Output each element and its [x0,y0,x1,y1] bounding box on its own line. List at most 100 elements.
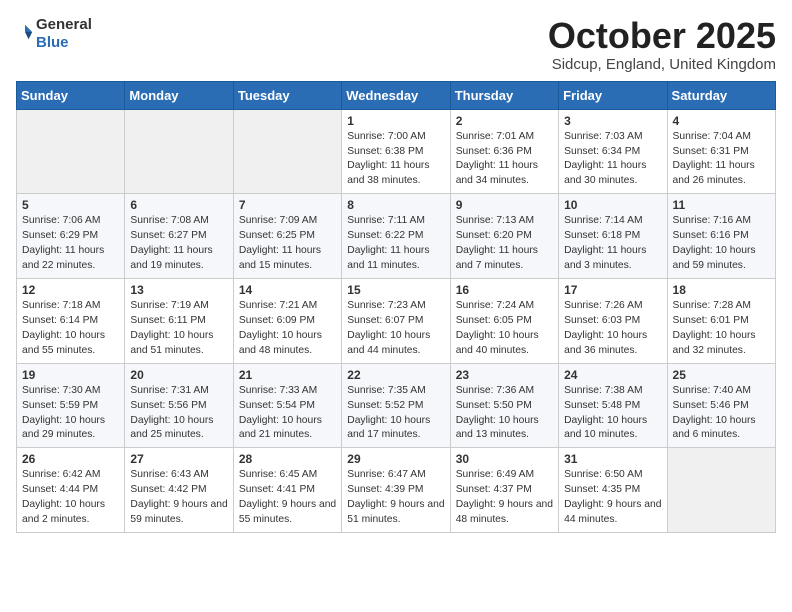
title-block: October 2025 Sidcup, England, United Kin… [548,16,776,73]
calendar-cell: 22 Sunrise: 7:35 AM Sunset: 5:52 PM Dayli… [342,363,450,448]
cell-content: Sunrise: 7:23 AM Sunset: 6:07 PM Dayligh… [347,299,444,359]
day-number: 26 [22,452,119,466]
cell-content: Sunrise: 7:14 AM Sunset: 6:18 PM Dayligh… [564,214,661,274]
calendar-cell [17,109,125,194]
cell-content: Sunrise: 7:06 AM Sunset: 6:29 PM Dayligh… [22,214,119,274]
calendar-week-row: 12 Sunrise: 7:18 AM Sunset: 6:14 PM Dayli… [17,278,776,363]
day-number: 13 [130,283,227,297]
day-number: 15 [347,283,444,297]
cell-content: Sunrise: 7:18 AM Sunset: 6:14 PM Dayligh… [22,299,119,359]
day-number: 10 [564,198,661,212]
calendar-cell: 24 Sunrise: 7:38 AM Sunset: 5:48 PM Dayli… [559,363,667,448]
calendar-cell: 28 Sunrise: 6:45 AM Sunset: 4:41 PM Dayli… [233,448,341,533]
cell-content: Sunrise: 7:40 AM Sunset: 5:46 PM Dayligh… [673,384,770,444]
weekday-header-row: SundayMondayTuesdayWednesdayThursdayFrid… [17,81,776,109]
weekday-header: Saturday [667,81,775,109]
weekday-header: Friday [559,81,667,109]
calendar-cell: 13Sunrise: 7:19 AM Sunset: 6:11 PM Dayli… [125,278,233,363]
cell-content: Sunrise: 7:11 AM Sunset: 6:22 PM Dayligh… [347,214,444,274]
calendar-cell: 1 Sunrise: 7:00 AM Sunset: 6:38 PM Daylig… [342,109,450,194]
cell-content: Sunrise: 7:08 AM Sunset: 6:27 PM Dayligh… [130,214,227,274]
weekday-header: Wednesday [342,81,450,109]
calendar-cell: 4 Sunrise: 7:04 AM Sunset: 6:31 PM Daylig… [667,109,775,194]
day-number: 14 [239,283,336,297]
day-number: 8 [347,198,444,212]
calendar-cell [233,109,341,194]
cell-content: Sunrise: 7:04 AM Sunset: 6:31 PM Dayligh… [673,130,770,190]
cell-content: Sunrise: 6:49 AM Sunset: 4:37 PM Dayligh… [456,468,553,528]
day-number: 2 [456,114,553,128]
location: Sidcup, England, United Kingdom [548,56,776,73]
day-number: 12 [22,283,119,297]
day-number: 28 [239,452,336,466]
calendar-cell: 7 Sunrise: 7:09 AM Sunset: 6:25 PM Daylig… [233,194,341,279]
calendar-cell: 29Sunrise: 6:47 AM Sunset: 4:39 PM Dayli… [342,448,450,533]
calendar-cell: 12 Sunrise: 7:18 AM Sunset: 6:14 PM Dayli… [17,278,125,363]
cell-content: Sunrise: 7:03 AM Sunset: 6:34 PM Dayligh… [564,130,661,190]
calendar-cell: 2 Sunrise: 7:01 AM Sunset: 6:36 PM Daylig… [450,109,558,194]
day-number: 23 [456,368,553,382]
calendar-cell: 20Sunrise: 7:31 AM Sunset: 5:56 PM Dayli… [125,363,233,448]
cell-content: Sunrise: 7:30 AM Sunset: 5:59 PM Dayligh… [22,384,119,444]
day-number: 4 [673,114,770,128]
calendar-cell: 9Sunrise: 7:13 AM Sunset: 6:20 PM Daylig… [450,194,558,279]
calendar-cell: 11 Sunrise: 7:16 AM Sunset: 6:16 PM Dayli… [667,194,775,279]
cell-content: Sunrise: 7:33 AM Sunset: 5:54 PM Dayligh… [239,384,336,444]
day-number: 30 [456,452,553,466]
logo-general: General [36,16,92,33]
calendar-week-row: 26 Sunrise: 6:42 AM Sunset: 4:44 PM Dayli… [17,448,776,533]
cell-content: Sunrise: 7:26 AM Sunset: 6:03 PM Dayligh… [564,299,661,359]
day-number: 6 [130,198,227,212]
calendar-cell: 6 Sunrise: 7:08 AM Sunset: 6:27 PM Daylig… [125,194,233,279]
day-number: 24 [564,368,661,382]
logo-icon [16,23,34,41]
cell-content: Sunrise: 6:43 AM Sunset: 4:42 PM Dayligh… [130,468,227,528]
calendar-table: SundayMondayTuesdayWednesdayThursdayFrid… [16,81,776,533]
calendar-cell: 5 Sunrise: 7:06 AM Sunset: 6:29 PM Daylig… [17,194,125,279]
weekday-header: Monday [125,81,233,109]
day-number: 25 [673,368,770,382]
logo: General Blue [16,16,92,52]
weekday-header: Thursday [450,81,558,109]
calendar-cell: 16 Sunrise: 7:24 AM Sunset: 6:05 PM Dayli… [450,278,558,363]
calendar-cell: 18 Sunrise: 7:28 AM Sunset: 6:01 PM Dayli… [667,278,775,363]
calendar-cell: 30 Sunrise: 6:49 AM Sunset: 4:37 PM Dayli… [450,448,558,533]
calendar-cell: 31Sunrise: 6:50 AM Sunset: 4:35 PM Dayli… [559,448,667,533]
day-number: 18 [673,283,770,297]
day-number: 22 [347,368,444,382]
cell-content: Sunrise: 7:38 AM Sunset: 5:48 PM Dayligh… [564,384,661,444]
page-header: General Blue October 2025 Sidcup, Englan… [16,16,776,73]
cell-content: Sunrise: 7:16 AM Sunset: 6:16 PM Dayligh… [673,214,770,274]
calendar-cell: 14 Sunrise: 7:21 AM Sunset: 6:09 PM Dayli… [233,278,341,363]
calendar-cell [125,109,233,194]
cell-content: Sunrise: 7:09 AM Sunset: 6:25 PM Dayligh… [239,214,336,274]
day-number: 21 [239,368,336,382]
cell-content: Sunrise: 7:31 AM Sunset: 5:56 PM Dayligh… [130,384,227,444]
day-number: 19 [22,368,119,382]
cell-content: Sunrise: 7:28 AM Sunset: 6:01 PM Dayligh… [673,299,770,359]
day-number: 7 [239,198,336,212]
calendar-week-row: 1 Sunrise: 7:00 AM Sunset: 6:38 PM Daylig… [17,109,776,194]
day-number: 5 [22,198,119,212]
day-number: 1 [347,114,444,128]
cell-content: Sunrise: 7:01 AM Sunset: 6:36 PM Dayligh… [456,130,553,190]
cell-content: Sunrise: 7:21 AM Sunset: 6:09 PM Dayligh… [239,299,336,359]
day-number: 11 [673,198,770,212]
day-number: 17 [564,283,661,297]
weekday-header: Tuesday [233,81,341,109]
calendar-cell: 19 Sunrise: 7:30 AM Sunset: 5:59 PM Dayli… [17,363,125,448]
cell-content: Sunrise: 7:24 AM Sunset: 6:05 PM Dayligh… [456,299,553,359]
calendar-cell: 25 Sunrise: 7:40 AM Sunset: 5:46 PM Dayli… [667,363,775,448]
cell-content: Sunrise: 6:42 AM Sunset: 4:44 PM Dayligh… [22,468,119,528]
day-number: 16 [456,283,553,297]
calendar-cell [667,448,775,533]
cell-content: Sunrise: 6:47 AM Sunset: 4:39 PM Dayligh… [347,468,444,528]
logo-blue: Blue [36,34,69,51]
calendar-cell: 23Sunrise: 7:36 AM Sunset: 5:50 PM Dayli… [450,363,558,448]
cell-content: Sunrise: 7:35 AM Sunset: 5:52 PM Dayligh… [347,384,444,444]
day-number: 9 [456,198,553,212]
month-title: October 2025 [548,16,776,56]
cell-content: Sunrise: 7:00 AM Sunset: 6:38 PM Dayligh… [347,130,444,190]
calendar-cell: 27Sunrise: 6:43 AM Sunset: 4:42 PM Dayli… [125,448,233,533]
cell-content: Sunrise: 6:45 AM Sunset: 4:41 PM Dayligh… [239,468,336,528]
